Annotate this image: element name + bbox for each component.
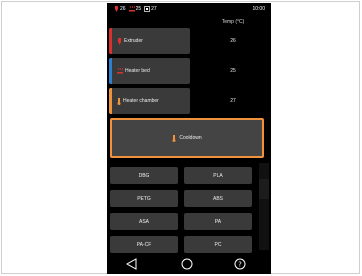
chamber-heater-icon — [117, 97, 121, 105]
preset-abs-button[interactable]: ABS — [184, 190, 252, 207]
heater-bed-label-group: Heater bed — [117, 58, 150, 84]
heater-chamber-color-bar — [109, 88, 112, 114]
preset-label: PA-CF — [136, 241, 152, 248]
heater-bed-color-bar — [109, 58, 112, 84]
cooldown-button[interactable]: Cooldown — [110, 118, 264, 158]
preset-label: ABS — [212, 195, 223, 202]
back-button[interactable] — [125, 257, 139, 271]
temp-column-header: Temp (°C) — [221, 19, 245, 25]
extruder-color-bar — [109, 28, 112, 54]
preset-petg-button[interactable]: PETG — [110, 190, 178, 207]
status-extruder: 26 — [114, 6, 126, 12]
heater-chamber-temp: 27 — [230, 98, 236, 104]
preset-scrollbar-thumb[interactable] — [259, 179, 269, 199]
nav-bar: ? — [107, 252, 271, 274]
extruder-button[interactable]: Extruder — [109, 28, 190, 54]
status-chamber: 27 — [144, 6, 157, 12]
preset-asa-button[interactable]: ASA — [110, 213, 178, 230]
extruder-icon — [115, 6, 118, 12]
status-chamber-temp: 27 — [151, 6, 157, 12]
help-button[interactable]: ? — [233, 257, 247, 271]
heater-bed-temp: 25 — [230, 68, 236, 74]
back-triangle-icon — [126, 258, 137, 270]
preset-pla-button[interactable]: PLA — [184, 167, 252, 184]
clock: 10:00 — [252, 6, 265, 12]
heater-bed-button[interactable]: Heater bed — [109, 58, 190, 84]
extruder-icon — [118, 37, 121, 45]
preset-dbg-button[interactable]: DBG — [110, 167, 178, 184]
preset-label: DBG — [138, 172, 150, 179]
extruder-temp: 26 — [230, 38, 236, 44]
heater-chamber-label-group: Heater chamber — [117, 88, 159, 114]
status-temps: 26 25 27 — [114, 6, 157, 12]
cooldown-label: Cooldown — [179, 135, 202, 141]
preset-scrollbar[interactable] — [259, 163, 269, 250]
chamber-icon — [144, 6, 150, 12]
preset-label: PETG — [137, 195, 151, 202]
preset-label: ASA — [138, 218, 149, 225]
heater-chamber-label: Heater chamber — [123, 98, 159, 104]
heater-bed-icon — [117, 68, 123, 74]
status-extruder-temp: 26 — [120, 6, 126, 12]
preset-pa-cf-button[interactable]: PA-CF — [110, 236, 178, 253]
home-circle-icon — [181, 258, 193, 270]
printer-screen: 26 25 27 10:00 Temp (°C) Extruder 26 Hea… — [107, 3, 271, 274]
heater-chamber-button[interactable]: Heater chamber — [109, 88, 190, 114]
preset-label: PLA — [213, 172, 223, 179]
svg-text:?: ? — [238, 260, 242, 268]
status-bar: 26 25 27 10:00 — [107, 3, 271, 17]
extruder-label: Extruder — [124, 38, 143, 44]
preset-pa-button[interactable]: PA — [184, 213, 252, 230]
heater-bed-icon — [128, 6, 135, 12]
status-bed-temp: 25 — [135, 6, 142, 12]
heater-bed-label: Heater bed — [125, 68, 150, 74]
thermometer-icon — [172, 134, 176, 142]
preset-label: PA — [214, 218, 222, 225]
preset-pc-button[interactable]: PC — [184, 236, 252, 253]
extruder-label-group: Extruder — [117, 28, 143, 54]
help-icon: ? — [234, 258, 246, 270]
status-bed: 25 — [128, 6, 142, 12]
home-button[interactable] — [180, 257, 194, 271]
preset-label: PC — [214, 241, 222, 248]
